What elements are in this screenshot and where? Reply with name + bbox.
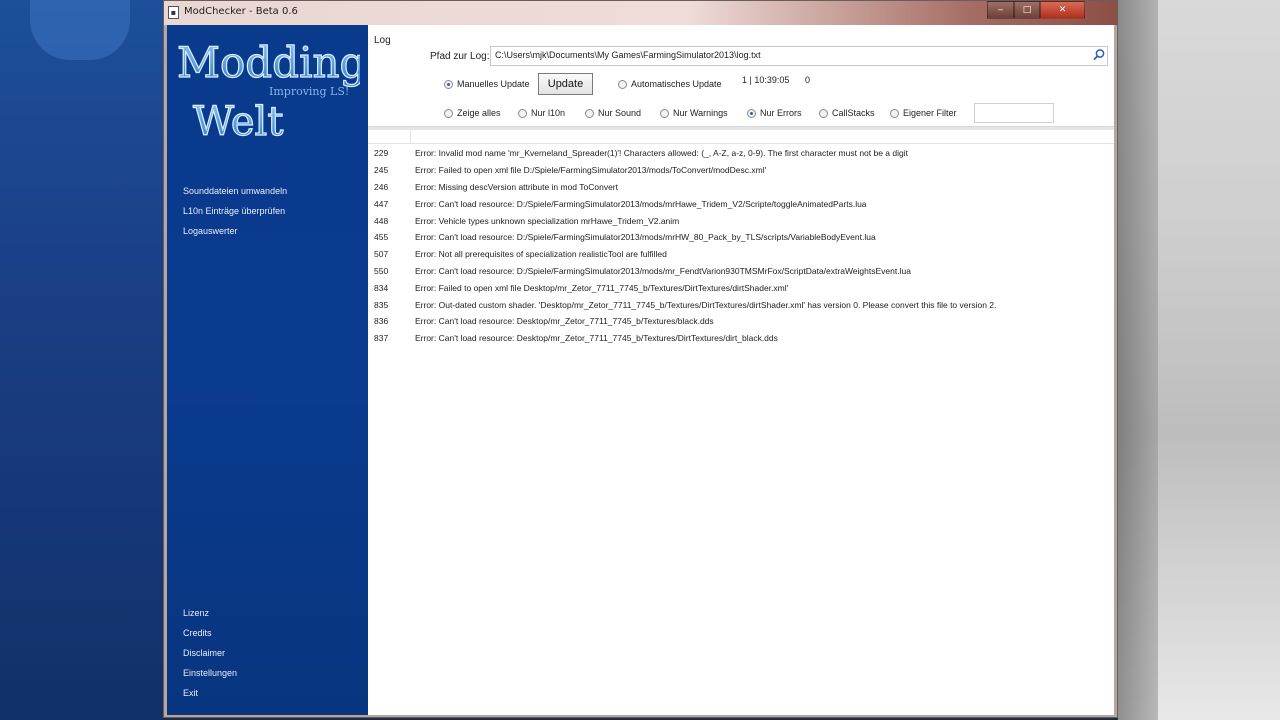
log-row[interactable]: 837 Error: Can't load resource: Desktop/m… xyxy=(368,330,1114,347)
filter-only-warnings-label: Nur Warnings xyxy=(673,108,728,118)
log-path-label: Pfad zur Log: xyxy=(430,51,490,62)
update-count: 0 xyxy=(805,75,811,85)
log-path-input[interactable]: C:\Users\mjk\Documents\My Games\FarmingS… xyxy=(490,46,1108,66)
log-row[interactable]: 836 Error: Can't load resource: Desktop/m… xyxy=(368,313,1114,330)
log-line-number: 550 xyxy=(374,265,389,276)
desktop-background-right xyxy=(1118,0,1280,720)
filter-show-all[interactable]: Zeige alles xyxy=(444,108,501,118)
log-message: Error: Failed to open xml file D:/Spiele… xyxy=(415,165,767,176)
log-row[interactable]: 229 Error: Invalid mod name 'mr_Kvernelan… xyxy=(368,145,1114,162)
log-entries[interactable]: 229 Error: Invalid mod name 'mr_Kvernelan… xyxy=(368,145,1114,347)
update-status: 1 | 10:39:05 xyxy=(742,75,790,85)
log-message: Error: Vehicle types unknown specializat… xyxy=(415,215,680,226)
minimize-button[interactable]: ‒ xyxy=(987,1,1014,19)
log-line-number: 448 xyxy=(374,215,389,226)
log-message: Error: Can't load resource: D:/Spiele/Fa… xyxy=(415,232,876,243)
desktop-shadow xyxy=(1118,0,1158,720)
log-line-number: 447 xyxy=(374,198,389,209)
log-line-number: 507 xyxy=(374,249,389,260)
sidebar-item-sound-convert[interactable]: Sounddateien umwandeln xyxy=(183,186,287,196)
log-message: Error: Failed to open xml file Desktop/m… xyxy=(415,282,789,293)
filter-only-errors[interactable]: Nur Errors xyxy=(747,108,802,118)
log-message: Error: Out-dated custom shader. 'Desktop… xyxy=(415,299,997,310)
log-row[interactable]: 835 Error: Out-dated custom shader. 'Desk… xyxy=(368,296,1114,313)
log-row[interactable]: 246 Error: Missing descVersion attribute … xyxy=(368,179,1114,196)
log-message: Error: Can't load resource: D:/Spiele/Fa… xyxy=(415,265,911,276)
filter-custom-label: Eigener Filter xyxy=(903,108,957,118)
log-row[interactable]: 245 Error: Failed to open xml file D:/Spi… xyxy=(368,162,1114,179)
radio-dot-manual xyxy=(444,79,453,89)
sidebar-item-l10n-check[interactable]: L10n Einträge überprüfen xyxy=(183,206,285,216)
log-line-number: 229 xyxy=(374,148,389,159)
log-message: Error: Not all prerequisites of speciali… xyxy=(415,249,667,260)
window-title: ModChecker - Beta 0.6 xyxy=(184,6,298,17)
radio-auto-update-label: Automatisches Update xyxy=(631,79,722,89)
logo-tagline: Improving LS! xyxy=(269,85,349,98)
sidebar-item-license[interactable]: Lizenz xyxy=(183,608,209,618)
log-line-number: 837 xyxy=(374,333,389,344)
log-message: Error: Can't load resource: Desktop/mr_Z… xyxy=(415,316,714,327)
radio-manual-update-label: Manuelles Update xyxy=(457,79,530,89)
filter-only-l10n[interactable]: Nur l10n xyxy=(518,108,565,118)
filter-custom[interactable]: Eigener Filter xyxy=(890,108,957,118)
log-message: Error: Missing descVersion attribute in … xyxy=(415,181,618,192)
filter-show-all-label: Zeige alles xyxy=(457,108,501,118)
custom-filter-input[interactable] xyxy=(974,103,1054,123)
close-button[interactable]: ✕ xyxy=(1040,1,1085,19)
log-row[interactable]: 507 Error: Not all prerequisites of speci… xyxy=(368,246,1114,263)
sidebar: Modding Improving LS! Welt Sounddateien … xyxy=(167,25,368,715)
log-line-number: 836 xyxy=(374,316,389,327)
sidebar-item-disclaimer[interactable]: Disclaimer xyxy=(183,648,225,658)
radio-dot-only-sound xyxy=(585,108,594,118)
filter-only-l10n-label: Nur l10n xyxy=(531,108,566,118)
app-icon: ▪ xyxy=(168,6,179,19)
radio-dot-custom xyxy=(890,108,899,118)
column-separator xyxy=(410,130,411,144)
update-button[interactable]: Update xyxy=(538,73,593,95)
filter-only-sound[interactable]: Nur Sound xyxy=(585,108,641,118)
log-section-label: Log xyxy=(374,35,391,46)
log-row[interactable]: 834 Error: Failed to open xml file Deskto… xyxy=(368,279,1114,296)
filter-only-errors-label: Nur Errors xyxy=(760,108,802,118)
modchecker-window: ▪ ModChecker - Beta 0.6 ‒ □ ✕ Modding Im… xyxy=(163,0,1118,718)
desktop-decoration xyxy=(30,0,130,60)
log-line-number: 246 xyxy=(374,181,389,192)
log-message: Error: Can't load resource: D:/Spiele/Fa… xyxy=(415,198,867,209)
sidebar-item-settings[interactable]: Einstellungen xyxy=(183,668,237,678)
sidebar-item-log-analyzer[interactable]: Logauswerter xyxy=(183,226,238,236)
log-line-number: 834 xyxy=(374,282,389,293)
filter-only-sound-label: Nur Sound xyxy=(598,108,642,118)
log-panel: Log Pfad zur Log: C:\Users\mjk\Documents… xyxy=(368,25,1114,715)
title-bar[interactable]: ▪ ModChecker - Beta 0.6 ‒ □ ✕ xyxy=(164,1,1117,25)
logo-line1: Modding xyxy=(177,38,360,87)
sidebar-item-credits[interactable]: Credits xyxy=(183,628,212,638)
modding-welt-logo: Modding Improving LS! Welt xyxy=(176,37,360,143)
log-row[interactable]: 455 Error: Can't load resource: D:/Spiele… xyxy=(368,229,1114,246)
log-row[interactable]: 550 Error: Can't load resource: D:/Spiele… xyxy=(368,263,1114,280)
search-icon[interactable] xyxy=(1092,48,1106,62)
radio-dot-show-all xyxy=(444,108,453,118)
log-message: Error: Can't load resource: Desktop/mr_Z… xyxy=(415,333,778,344)
log-row[interactable]: 447 Error: Can't load resource: D:/Spiele… xyxy=(368,195,1114,212)
radio-dot-auto xyxy=(618,79,627,89)
maximize-button[interactable]: □ xyxy=(1014,1,1040,19)
radio-dot-callstacks xyxy=(819,108,828,118)
sidebar-item-exit[interactable]: Exit xyxy=(183,688,198,698)
log-message: Error: Invalid mod name 'mr_Kverneland_S… xyxy=(415,148,908,159)
radio-auto-update[interactable]: Automatisches Update xyxy=(618,79,722,89)
log-line-number: 455 xyxy=(374,232,389,243)
log-row[interactable]: 448 Error: Vehicle types unknown speciali… xyxy=(368,212,1114,229)
filter-callstacks-label: CallStacks xyxy=(832,108,875,118)
log-grid-header xyxy=(368,130,1114,144)
radio-dot-only-warnings xyxy=(660,108,669,118)
log-line-number: 835 xyxy=(374,299,389,310)
filter-only-warnings[interactable]: Nur Warnings xyxy=(660,108,728,118)
filter-callstacks[interactable]: CallStacks xyxy=(819,108,875,118)
log-line-number: 245 xyxy=(374,165,389,176)
logo-line2: Welt xyxy=(193,99,283,143)
radio-dot-only-errors xyxy=(747,108,756,118)
radio-dot-only-l10n xyxy=(518,108,527,118)
radio-manual-update[interactable]: Manuelles Update xyxy=(444,79,530,89)
desktop-background-left xyxy=(0,0,163,720)
